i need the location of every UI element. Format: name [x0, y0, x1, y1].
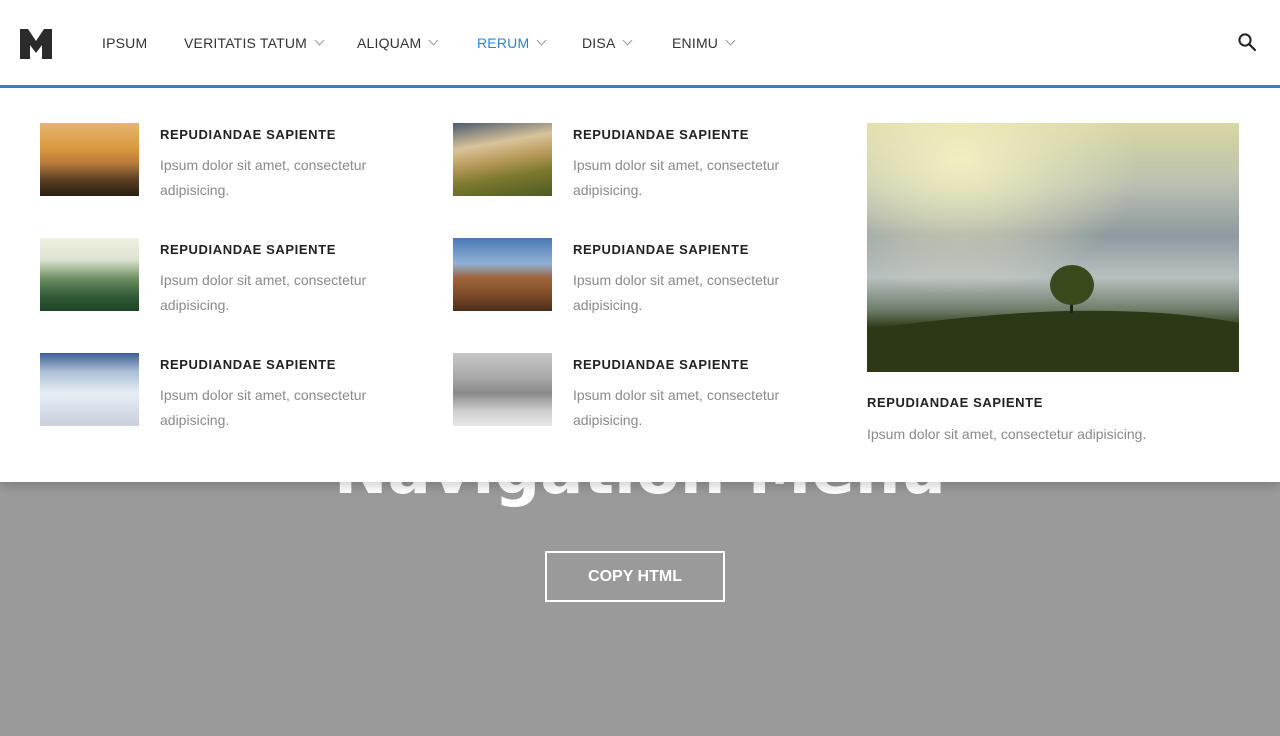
menu-card-desc: Ipsum dolor sit amet, consectetur adipis… — [573, 272, 780, 313]
menu-card-title: REPUDIANDAE SAPIENTE — [573, 127, 749, 142]
featured-card[interactable] — [867, 123, 1239, 372]
nav-item-label: DISA — [582, 34, 616, 51]
menu-card[interactable]: REPUDIANDAE SAPIENTE Ipsum dolor sit ame… — [453, 238, 833, 328]
menu-card[interactable]: REPUDIANDAE SAPIENTE Ipsum dolor sit ame… — [453, 123, 833, 213]
menu-card-title: REPUDIANDAE SAPIENTE — [160, 357, 336, 372]
menu-card[interactable]: REPUDIANDAE SAPIENTE Ipsum dolor sit ame… — [453, 353, 833, 443]
menu-card-desc: Ipsum dolor sit amet, consectetur adipis… — [573, 387, 780, 428]
search-icon[interactable] — [1237, 32, 1257, 52]
mega-menu-panel: REPUDIANDAE SAPIENTE Ipsum dolor sit ame… — [0, 88, 1280, 482]
thumbnail-image — [453, 123, 552, 196]
menu-card-desc: Ipsum dolor sit amet, consectetur adipis… — [160, 272, 367, 313]
nav-item-enimu[interactable]: ENIMU — [672, 0, 736, 85]
chevron-down-icon — [623, 35, 633, 46]
nav-item-ipsum[interactable]: IPSUM — [102, 0, 147, 85]
menu-card-desc: Ipsum dolor sit amet, consectetur adipis… — [160, 387, 367, 428]
nav-item-veritatis-tatum[interactable]: VERITATIS TATUM — [184, 0, 325, 85]
nav-item-rerum[interactable]: RERUM — [477, 0, 547, 85]
menu-card-title: REPUDIANDAE SAPIENTE — [160, 242, 336, 257]
nav-item-label: RERUM — [477, 34, 530, 51]
featured-card-desc: Ipsum dolor sit amet, consectetur adipis… — [867, 426, 1147, 442]
chevron-down-icon — [428, 35, 439, 46]
nav-item-label: ENIMU — [672, 34, 719, 51]
menu-card-title: REPUDIANDAE SAPIENTE — [573, 357, 749, 372]
menu-card-desc: Ipsum dolor sit amet, consectetur adipis… — [160, 157, 367, 198]
logo-icon[interactable] — [20, 27, 52, 59]
featured-card-title: REPUDIANDAE SAPIENTE — [867, 395, 1043, 410]
menu-card[interactable]: REPUDIANDAE SAPIENTE Ipsum dolor sit ame… — [40, 123, 420, 213]
thumbnail-image — [40, 238, 139, 311]
featured-image — [867, 123, 1239, 372]
menu-card-title: REPUDIANDAE SAPIENTE — [573, 242, 749, 257]
nav-item-disa[interactable]: DISA — [582, 0, 633, 85]
copy-html-button[interactable]: COPY HTML — [545, 551, 725, 602]
chevron-down-icon — [536, 35, 547, 46]
thumbnail-image — [453, 353, 552, 426]
menu-card[interactable]: REPUDIANDAE SAPIENTE Ipsum dolor sit ame… — [40, 238, 420, 328]
chevron-down-icon — [725, 35, 736, 46]
nav-item-label: VERITATIS TATUM — [184, 34, 308, 51]
thumbnail-image — [453, 238, 552, 311]
lone-tree-illustration — [867, 265, 1239, 372]
thumbnail-image — [40, 353, 139, 426]
nav-item-label: ALIQUAM — [357, 34, 422, 51]
menu-card-desc: Ipsum dolor sit amet, consectetur adipis… — [573, 157, 780, 198]
thumbnail-image — [40, 123, 139, 196]
menu-card-title: REPUDIANDAE SAPIENTE — [160, 127, 336, 142]
menu-card[interactable]: REPUDIANDAE SAPIENTE Ipsum dolor sit ame… — [40, 353, 420, 443]
nav-item-aliquam[interactable]: ALIQUAM — [357, 0, 439, 85]
top-navbar: IPSUM VERITATIS TATUM ALIQUAM RERUM DISA… — [0, 0, 1280, 85]
nav-item-label: IPSUM — [102, 34, 148, 51]
chevron-down-icon — [314, 35, 325, 46]
